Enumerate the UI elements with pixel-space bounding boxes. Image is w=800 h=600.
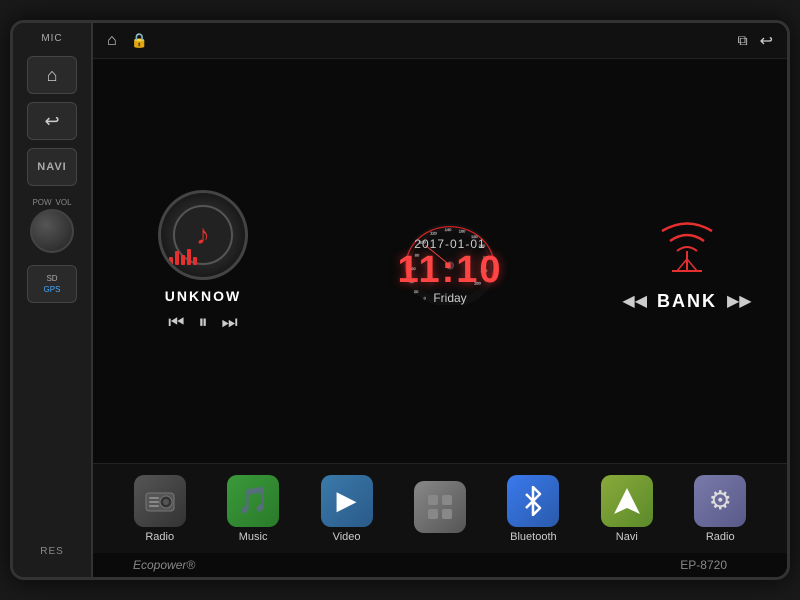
clock-overlay: 2017-01-01 11:10 Friday xyxy=(397,237,502,305)
home-button[interactable]: ⌂ xyxy=(27,56,77,94)
track-name: UNKNOW xyxy=(165,288,242,304)
apps-app-icon xyxy=(414,481,466,533)
app-radio[interactable]: Radio xyxy=(134,475,186,543)
radio-section: ◀◀ BANK ▶▶ xyxy=(607,211,767,312)
radio-app-label: Radio xyxy=(145,531,174,543)
top-bar-left: ⌂ 🔒 xyxy=(107,32,148,50)
radio-next-button[interactable]: ▶▶ xyxy=(727,291,752,311)
app-bar: Radio 🎵 Music ▶ Video xyxy=(93,463,787,553)
day-display: Friday xyxy=(433,291,466,305)
bluetooth-svg-icon xyxy=(518,486,548,516)
home-screen-icon[interactable]: ⌂ xyxy=(107,32,117,50)
audio-visualizer xyxy=(169,245,197,265)
main-content: ♪ UNKNOW ⏮ ⏸ ⏭ xyxy=(93,59,787,463)
sd-label: SD xyxy=(46,273,57,284)
screen-area: ⌂ 🔒 ⧉ ↩ xyxy=(93,23,787,577)
volume-knob[interactable] xyxy=(30,209,74,253)
settings-app-glyph: ⚙ xyxy=(709,485,732,516)
gps-label: GPS xyxy=(44,284,61,295)
music-note-icon: ♪ xyxy=(196,219,210,251)
sd-gps-button[interactable]: SD GPS xyxy=(27,265,77,303)
mic-label: MIC xyxy=(41,33,62,44)
res-label: RES xyxy=(40,546,64,557)
svg-text:120: 120 xyxy=(430,231,437,236)
music-section: ♪ UNKNOW ⏮ ⏸ ⏭ xyxy=(113,190,293,333)
top-bar-right: ⧉ ↩ xyxy=(738,31,773,51)
app-grid[interactable] xyxy=(414,481,466,537)
video-app-label: Video xyxy=(333,531,361,543)
music-disc: ♪ xyxy=(158,190,248,280)
radio-station-label: BANK xyxy=(657,291,717,312)
left-panel: MIC ⌂ ↩ NAVI POW VOL SD GPS RES xyxy=(13,23,93,577)
brand-label: Ecopower® xyxy=(133,558,195,572)
player-controls: ⏮ ⏸ ⏭ xyxy=(168,312,237,333)
vol-label: VOL xyxy=(56,198,72,207)
play-pause-button[interactable]: ⏸ xyxy=(199,312,208,333)
back-icon: ↩ xyxy=(44,111,59,132)
navi-app-label: Navi xyxy=(616,531,638,543)
app-settings[interactable]: ⚙ Radio xyxy=(694,475,746,543)
navi-app-icon xyxy=(601,475,653,527)
navi-button[interactable]: NAVI xyxy=(27,148,77,186)
return-icon[interactable]: ↩ xyxy=(760,31,773,51)
video-app-glyph: ▶ xyxy=(337,485,357,516)
radio-app-icon xyxy=(134,475,186,527)
pow-label: POW xyxy=(32,198,51,207)
res-label-container: RES xyxy=(40,541,64,559)
bluetooth-app-icon xyxy=(507,475,559,527)
window-icon[interactable]: ⧉ xyxy=(738,32,748,49)
bluetooth-app-label: Bluetooth xyxy=(510,531,556,543)
svg-text:140: 140 xyxy=(445,227,452,232)
radio-controls: ◀◀ BANK ▶▶ xyxy=(622,291,751,312)
antenna-icon xyxy=(652,211,722,281)
music-app-glyph: 🎵 xyxy=(237,485,269,516)
radio-svg-icon xyxy=(144,485,176,517)
prev-track-button[interactable]: ⏮ xyxy=(168,312,184,333)
music-app-icon: 🎵 xyxy=(227,475,279,527)
clock-section: 80 100 120 140 160 180 200 220 240 260 6… xyxy=(303,217,597,305)
time-display: 11:10 xyxy=(397,251,502,289)
navi-svg-icon xyxy=(612,486,642,516)
top-bar: ⌂ 🔒 ⧉ ↩ xyxy=(93,23,787,59)
app-navi[interactable]: Navi xyxy=(601,475,653,543)
settings-app-label: Radio xyxy=(706,531,735,543)
knob-area: POW VOL xyxy=(30,198,74,253)
video-app-icon: ▶ xyxy=(321,475,373,527)
next-track-button[interactable]: ⏭ xyxy=(222,312,238,333)
home-icon: ⌂ xyxy=(47,65,58,86)
bottom-bar: Ecopower® EP-8720 xyxy=(93,553,787,577)
app-bluetooth[interactable]: Bluetooth xyxy=(507,475,559,543)
lock-icon[interactable]: 🔒 xyxy=(131,32,148,49)
back-button[interactable]: ↩ xyxy=(27,102,77,140)
model-label: EP-8720 xyxy=(680,558,727,572)
settings-app-icon: ⚙ xyxy=(694,475,746,527)
radio-prev-button[interactable]: ◀◀ xyxy=(622,291,647,311)
car-stereo-unit: MIC ⌂ ↩ NAVI POW VOL SD GPS RES xyxy=(10,20,790,580)
music-app-label: Music xyxy=(239,531,268,543)
apps-grid-svg xyxy=(425,492,455,522)
svg-text:160: 160 xyxy=(459,228,466,233)
app-video[interactable]: ▶ Video xyxy=(321,475,373,543)
app-music[interactable]: 🎵 Music xyxy=(227,475,279,543)
